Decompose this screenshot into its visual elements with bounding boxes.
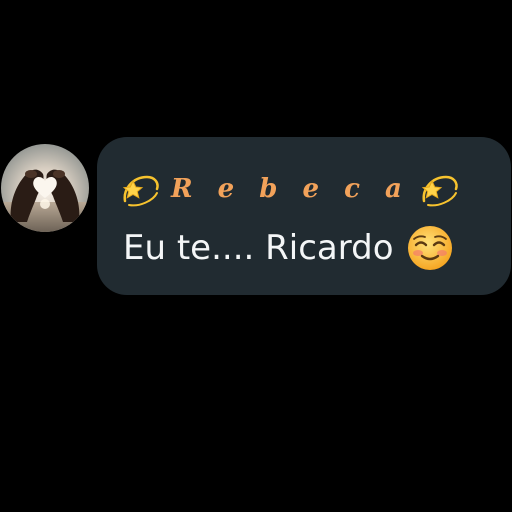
heart-hands-photo-avatar — [1, 144, 89, 232]
dizzy-star-icon — [119, 167, 163, 211]
avatar[interactable] — [1, 144, 89, 232]
sender-name: R e b e c a — [171, 174, 410, 204]
sender-row: R e b e c a — [119, 165, 462, 213]
smiling-face-icon — [406, 224, 454, 272]
message-row: Eu te.... Ricardo — [123, 221, 454, 275]
message-bubble[interactable]: R e b e c a Eu te.... Ricardo — [97, 137, 511, 295]
chat-view: R e b e c a Eu te.... Ricardo — [0, 0, 512, 512]
dizzy-star-icon — [418, 167, 462, 211]
message-text: Eu te.... Ricardo — [123, 228, 394, 268]
